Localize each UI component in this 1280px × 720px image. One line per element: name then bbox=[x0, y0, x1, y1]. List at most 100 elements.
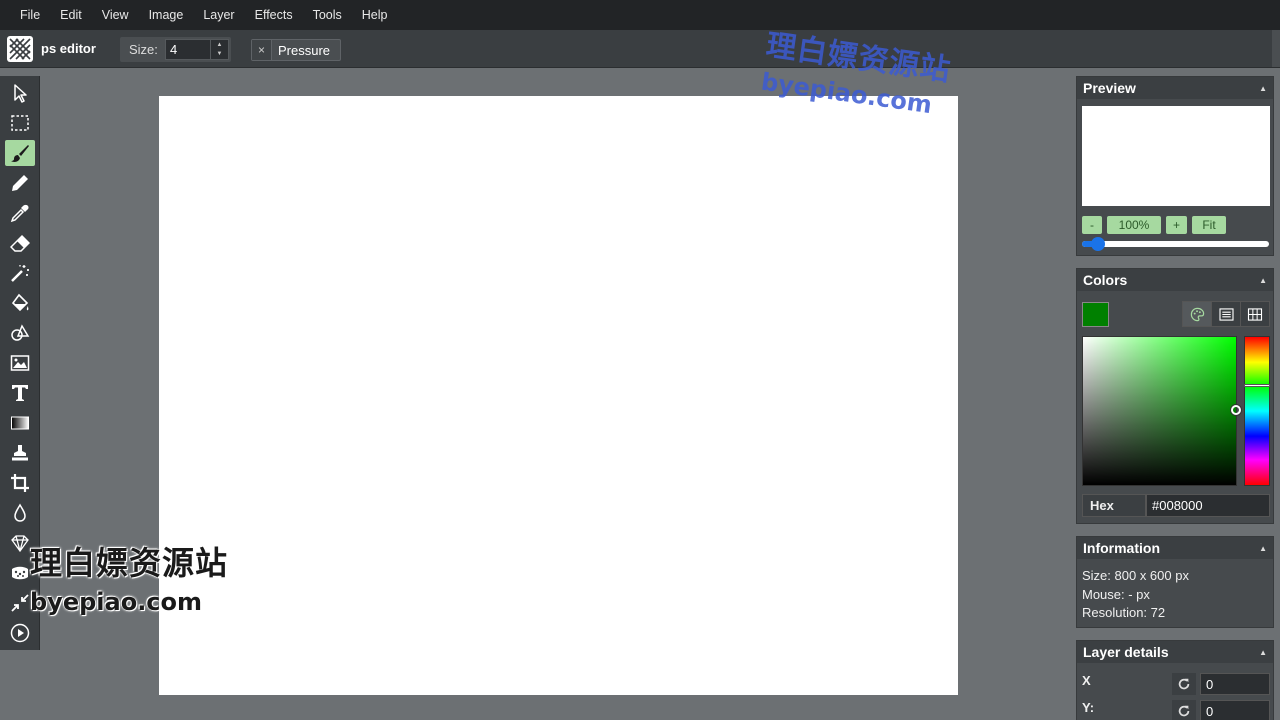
app-logo-icon bbox=[7, 36, 33, 62]
drawing-canvas[interactable] bbox=[159, 96, 958, 695]
stepper-down-icon[interactable]: ▼ bbox=[211, 50, 228, 60]
refresh-icon bbox=[1178, 705, 1190, 717]
palette-mode-button[interactable] bbox=[1183, 302, 1212, 326]
size-label: Size: bbox=[129, 42, 158, 57]
reset-y-button[interactable] bbox=[1172, 700, 1196, 720]
paint-bucket-icon bbox=[11, 293, 29, 312]
shapes-icon bbox=[11, 324, 30, 341]
tool-select[interactable] bbox=[5, 80, 35, 106]
tool-magic-wand[interactable] bbox=[5, 260, 35, 286]
saturation-cursor[interactable] bbox=[1231, 405, 1241, 415]
sidebar-scrollbar[interactable] bbox=[1274, 68, 1280, 720]
tool-pencil[interactable] bbox=[5, 170, 35, 196]
zoom-slider[interactable] bbox=[1082, 241, 1269, 247]
info-mouse: Mouse: - px bbox=[1082, 587, 1150, 602]
eyedropper-icon bbox=[10, 204, 29, 223]
information-title: Information bbox=[1083, 540, 1160, 556]
menu-view[interactable]: View bbox=[92, 0, 139, 30]
info-resolution: Resolution: 72 bbox=[1082, 605, 1166, 620]
information-panel: Information ▲ Size: 800 x 600 px Mouse: … bbox=[1076, 536, 1274, 628]
layer-details-panel: Layer details ▲ X Y: bbox=[1076, 640, 1274, 720]
size-input[interactable] bbox=[165, 39, 211, 60]
menu-file[interactable]: File bbox=[10, 0, 50, 30]
tool-text[interactable] bbox=[5, 380, 35, 406]
collapse-icon[interactable]: ▲ bbox=[1259, 276, 1267, 285]
collapse-icon[interactable]: ▲ bbox=[1259, 84, 1267, 93]
size-stepper[interactable]: ▲ ▼ bbox=[211, 39, 229, 60]
layer-x-label: X bbox=[1082, 673, 1091, 688]
pencil-icon bbox=[12, 175, 28, 191]
colors-title: Colors bbox=[1083, 272, 1128, 288]
menu-help[interactable]: Help bbox=[352, 0, 398, 30]
preview-thumbnail[interactable] bbox=[1082, 106, 1270, 206]
tool-pick-color[interactable] bbox=[5, 200, 35, 226]
layer-details-header[interactable]: Layer details ▲ bbox=[1077, 641, 1273, 663]
zoom-slider-thumb[interactable] bbox=[1091, 237, 1105, 251]
app-name: ps editor bbox=[41, 41, 96, 56]
stamp-icon bbox=[12, 445, 28, 461]
zoom-level-button[interactable]: 100% bbox=[1107, 216, 1161, 234]
zoom-out-button[interactable]: - bbox=[1082, 216, 1102, 234]
menu-bar: File Edit View Image Layer Effects Tools… bbox=[0, 0, 1280, 30]
current-color-swatch[interactable] bbox=[1082, 302, 1109, 327]
hex-input[interactable] bbox=[1146, 494, 1270, 517]
tool-brush[interactable] bbox=[5, 140, 35, 166]
tool-clone[interactable] bbox=[5, 440, 35, 466]
reset-x-button[interactable] bbox=[1172, 673, 1196, 695]
brush-icon bbox=[11, 145, 29, 162]
layer-y-input[interactable] bbox=[1200, 700, 1270, 720]
grid-mode-button[interactable] bbox=[1241, 302, 1269, 326]
tool-fill[interactable] bbox=[5, 290, 35, 316]
sponge-icon bbox=[12, 566, 28, 580]
list-icon bbox=[1218, 307, 1234, 321]
layer-x-input[interactable] bbox=[1200, 673, 1270, 695]
play-icon bbox=[10, 623, 30, 643]
tool-blur[interactable] bbox=[5, 500, 35, 526]
drop-icon bbox=[14, 503, 26, 522]
list-mode-button[interactable] bbox=[1212, 302, 1241, 326]
zoom-in-button[interactable]: + bbox=[1166, 216, 1187, 234]
refresh-icon bbox=[1178, 678, 1190, 690]
colors-header[interactable]: Colors ▲ bbox=[1077, 269, 1273, 291]
tool-selection[interactable] bbox=[5, 110, 35, 136]
menu-edit[interactable]: Edit bbox=[50, 0, 92, 30]
diamond-icon bbox=[11, 535, 29, 553]
hue-slider-marker[interactable] bbox=[1244, 384, 1270, 387]
pressure-label: Pressure bbox=[278, 42, 331, 58]
toolbar-scrollbar[interactable] bbox=[1272, 30, 1280, 67]
collapse-icon[interactable]: ▲ bbox=[1259, 544, 1267, 553]
hue-slider[interactable] bbox=[1244, 336, 1270, 486]
menu-effects[interactable]: Effects bbox=[245, 0, 303, 30]
zoom-fit-button[interactable]: Fit bbox=[1192, 216, 1226, 234]
info-size: Size: 800 x 600 px bbox=[1082, 568, 1189, 583]
tool-animation[interactable] bbox=[5, 620, 35, 646]
gradient-icon bbox=[11, 416, 29, 430]
watermark-bottom: 理白嫖资源站 byepiao.com bbox=[30, 538, 228, 616]
preview-panel: Preview ▲ - 100% + Fit bbox=[1076, 76, 1274, 256]
text-icon bbox=[12, 385, 28, 401]
tool-erase[interactable] bbox=[5, 230, 35, 256]
image-icon bbox=[10, 355, 30, 371]
collapse-icon[interactable]: ▲ bbox=[1259, 648, 1267, 657]
palette-icon bbox=[1190, 307, 1204, 321]
crop-icon bbox=[11, 474, 29, 492]
menu-tools[interactable]: Tools bbox=[303, 0, 352, 30]
stepper-up-icon[interactable]: ▲ bbox=[211, 40, 228, 50]
grid-icon bbox=[1247, 307, 1263, 321]
menu-image[interactable]: Image bbox=[139, 0, 194, 30]
color-mode-switcher bbox=[1182, 301, 1270, 327]
saturation-picker[interactable] bbox=[1082, 336, 1237, 486]
brush-size-control: Size: ▲ ▼ bbox=[120, 37, 231, 62]
pressure-toggle[interactable]: × Pressure bbox=[251, 39, 341, 61]
tool-crop[interactable] bbox=[5, 470, 35, 496]
cursor-icon bbox=[14, 84, 27, 103]
tool-shape[interactable] bbox=[5, 320, 35, 346]
tool-gradient[interactable] bbox=[5, 410, 35, 436]
preview-title: Preview bbox=[1083, 80, 1136, 96]
menu-layer[interactable]: Layer bbox=[193, 0, 244, 30]
close-icon[interactable]: × bbox=[252, 40, 272, 60]
top-toolbar: ps editor Size: ▲ ▼ × Pressure bbox=[0, 30, 1280, 68]
tool-media[interactable] bbox=[5, 350, 35, 376]
preview-header[interactable]: Preview ▲ bbox=[1077, 77, 1273, 99]
information-header[interactable]: Information ▲ bbox=[1077, 537, 1273, 559]
